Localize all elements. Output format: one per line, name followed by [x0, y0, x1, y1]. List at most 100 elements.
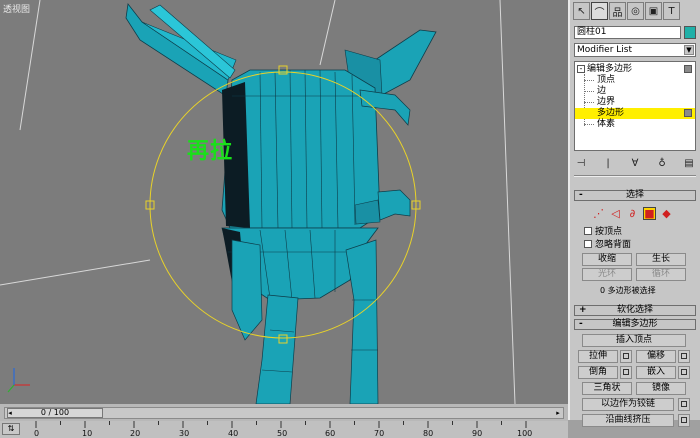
utilities-icon[interactable]: T	[663, 2, 680, 20]
checkbox-box[interactable]	[584, 226, 592, 235]
rollout-title: 选择	[625, 190, 644, 200]
polygon-icon[interactable]: ■	[643, 207, 656, 220]
pin-stack-icon[interactable]: ⊣	[574, 158, 588, 169]
rollout-title: 编辑多边形	[612, 319, 658, 329]
stack-item-element[interactable]: 体素	[575, 119, 695, 130]
hinge-from-edge-button[interactable]: 以边作为铰链	[582, 398, 674, 411]
display-icon[interactable]: ▣	[645, 2, 662, 20]
stack-item-label: 顶点	[597, 75, 616, 85]
lightbulb-icon[interactable]	[684, 109, 692, 117]
loop-button[interactable]: 循环	[636, 268, 686, 281]
tick-label: 40	[228, 429, 239, 438]
extrude-spline-settings-icon[interactable]	[678, 414, 690, 427]
hinge-settings-icon[interactable]	[678, 398, 690, 411]
tick-label: 30	[179, 429, 190, 438]
stack-item-vertex[interactable]: 顶点	[575, 75, 695, 86]
remove-modifier-icon[interactable]: ♁	[655, 158, 669, 169]
checkbox-label: 忽略背面	[595, 240, 632, 250]
annotation-text: 再拉	[187, 139, 234, 164]
perspective-viewport[interactable]: 透视图 再拉	[0, 0, 568, 404]
ignore-backfacing-checkbox[interactable]: 忽略背面	[584, 237, 631, 250]
modifier-stack[interactable]: - 编辑多边形 顶点 边 边界 多边形 体素	[574, 61, 696, 151]
modify-icon[interactable]: ⌒	[591, 2, 608, 20]
mesh-object[interactable]	[125, 3, 437, 404]
tick-label: 60	[325, 429, 336, 438]
stack-item-label: 边	[597, 86, 607, 96]
extrude-button[interactable]: 拉伸	[578, 350, 618, 363]
stack-toolbar: ⊣ | ∀ ♁ ▤	[574, 156, 696, 170]
stack-item-border[interactable]: 边界	[575, 97, 695, 108]
modifier-list-label: Modifier List	[577, 45, 632, 55]
shrink-button[interactable]: 收缩	[582, 253, 632, 266]
lightbulb-icon[interactable]	[684, 65, 692, 73]
object-name-row: 圆柱01	[574, 26, 696, 40]
rollout-title: 软化选择	[616, 305, 653, 315]
viewport-label[interactable]: 透视图	[3, 2, 30, 15]
frame-display: 0 / 100	[40, 408, 70, 417]
motion-icon[interactable]: ◎	[627, 2, 644, 20]
grow-button[interactable]: 生长	[636, 253, 686, 266]
extrude-along-spline-button[interactable]: 沿曲线挤压	[582, 414, 674, 427]
modifier-list-dropdown[interactable]: Modifier List ▼	[574, 43, 696, 57]
checkbox-label: 按顶点	[595, 227, 623, 237]
collapse-icon: -	[579, 190, 583, 200]
edge-icon[interactable]: ◁	[609, 207, 622, 220]
stack-item-edge[interactable]: 边	[575, 86, 695, 97]
stack-item-label: 体素	[597, 119, 616, 129]
tick-label: 80	[423, 429, 434, 438]
make-unique-icon[interactable]: ∀	[628, 158, 642, 169]
subobject-icons: ⋰ ◁ ∂ ■ ◆	[592, 207, 673, 220]
tick-label: 20	[130, 429, 141, 438]
panel-tabs: ↖ ⌒ 品 ◎ ▣ T	[573, 2, 697, 22]
bevel-settings-icon[interactable]	[620, 366, 632, 379]
bevel-button[interactable]: 倒角	[578, 366, 618, 379]
axis-tripod-icon	[7, 368, 30, 393]
stack-item-label: 多边形	[597, 108, 625, 118]
stack-item-edit-poly[interactable]: - 编辑多边形	[575, 64, 695, 75]
ring-button[interactable]: 光环	[582, 268, 632, 281]
expand-icon: +	[579, 305, 587, 315]
checkbox-box[interactable]	[584, 239, 592, 248]
show-end-result-icon[interactable]: |	[601, 158, 615, 169]
flip-button[interactable]: 三角状	[582, 382, 632, 395]
collapse-icon: -	[579, 319, 583, 329]
border-icon[interactable]: ∂	[626, 207, 639, 220]
create-pointer-icon[interactable]: ↖	[573, 2, 590, 20]
time-slider-thumb[interactable]: 0 / 100	[7, 408, 103, 418]
stack-item-label: 编辑多边形	[587, 64, 633, 74]
collapse-icon[interactable]: -	[577, 65, 585, 73]
selection-rollout-header[interactable]: - 选择	[574, 190, 696, 201]
edit-polygons-rollout-header[interactable]: - 编辑多边形	[574, 319, 696, 330]
next-frame-icon[interactable]: ▸	[553, 408, 563, 418]
outline-button[interactable]: 偏移	[636, 350, 676, 363]
object-name-field[interactable]: 圆柱01	[574, 26, 681, 39]
prev-frame-icon[interactable]: ◂	[5, 408, 15, 418]
tick-label: 50	[277, 429, 288, 438]
soft-selection-rollout-header[interactable]: + 软化选择	[574, 305, 696, 316]
insert-vertex-button[interactable]: 插入顶点	[582, 334, 686, 347]
extrude-settings-icon[interactable]	[620, 350, 632, 363]
tick-label: 100	[517, 429, 533, 438]
stack-item-polygon[interactable]: 多边形	[575, 108, 695, 119]
selection-status: 0 多边形被选择	[600, 286, 656, 295]
tick-label: 90	[472, 429, 483, 438]
hierarchy-icon[interactable]: 品	[609, 2, 626, 20]
time-slider[interactable]: 0 / 100 ◂ ▸	[4, 407, 564, 419]
inset-settings-icon[interactable]	[678, 366, 690, 379]
tick-label: 0	[34, 429, 40, 438]
inset-button[interactable]: 嵌入	[636, 366, 676, 379]
mirror-button[interactable]: 镜像	[636, 382, 686, 395]
by-vertex-checkbox[interactable]: 按顶点	[584, 224, 622, 237]
viewport-canvas[interactable]	[0, 0, 568, 404]
object-color-swatch[interactable]	[684, 26, 696, 39]
command-panel: ↖ ⌒ 品 ◎ ▣ T 圆柱01 Modifier List ▼ - 编辑多边形	[568, 0, 700, 427]
element-icon[interactable]: ◆	[660, 207, 673, 220]
chevron-down-icon[interactable]: ▼	[684, 45, 694, 55]
timeline: 0 / 100 ◂ ▸ ⇅ 0 10 20 30 40 50 60 70 80 …	[0, 404, 568, 438]
frame-ruler[interactable]: ⇅ 0 10 20 30 40 50 60 70 80 90 100	[0, 421, 568, 438]
outline-settings-icon[interactable]	[678, 350, 690, 363]
vertex-icon[interactable]: ⋰	[592, 207, 605, 220]
tick-label: 70	[374, 429, 385, 438]
configure-sets-icon[interactable]: ▤	[682, 158, 696, 169]
tick-label: 10	[82, 429, 93, 438]
